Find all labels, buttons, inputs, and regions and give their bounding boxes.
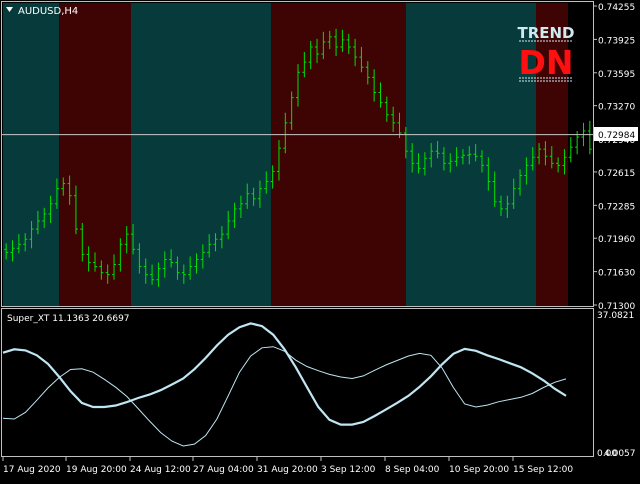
price-tick-label: 0.71630 — [598, 269, 635, 279]
time-tick-label: 31 Aug 20:00 — [257, 465, 318, 475]
price-tick-label: 0.71960 — [598, 235, 635, 245]
indicator-tick-label: 4.0057 — [604, 449, 636, 459]
trend-zone-down — [271, 3, 406, 306]
time-tick-label: 24 Aug 12:00 — [130, 465, 191, 475]
time-tick-label: 19 Aug 20:00 — [66, 465, 127, 475]
time-tick-label: 3 Sep 12:00 — [321, 465, 376, 475]
indicator-line — [2, 346, 567, 447]
chart-canvas[interactable]: AUDUSD,H4 Super_XT 11.1363 20.6697 TREND… — [0, 0, 640, 480]
price-tick-label: 0.72615 — [598, 169, 635, 179]
time-tick-label: 15 Sep 12:00 — [513, 465, 573, 475]
price-tick-label: 0.73270 — [598, 103, 635, 113]
indicator-lines — [2, 322, 567, 447]
time-tick-label: 17 Aug 2020 — [3, 465, 61, 475]
trend-zone-up — [3, 3, 59, 306]
price-tick-label: 0.72285 — [598, 202, 635, 212]
indicator-axis: 37.08210.004.0057 — [597, 311, 636, 459]
time-tick-label: 8 Sep 04:00 — [385, 465, 440, 475]
trend-title: TREND — [517, 24, 574, 42]
price-tick-label: 0.73595 — [598, 70, 635, 80]
price-bar — [568, 137, 573, 163]
price-tick-label: 0.74255 — [598, 3, 635, 13]
trend-zone-up — [131, 3, 271, 306]
time-axis[interactable]: 17 Aug 2020 19 Aug 20:00 24 Aug 12:00 27 Au… — [2, 457, 573, 475]
symbol-label: AUDUSD,H4 — [18, 6, 78, 17]
current-price-value: 0.72984 — [598, 131, 635, 141]
indicator-title: Super_XT 11.1363 20.6697 — [7, 314, 130, 324]
time-tick-label: 10 Sep 20:00 — [449, 465, 509, 475]
chart-window[interactable]: AUDUSD,H4 Super_XT 11.1363 20.6697 TREND… — [0, 0, 640, 480]
price-tick-label: 0.73925 — [598, 36, 635, 46]
current-price-tag: 0.72984 — [594, 127, 638, 141]
indicator-line — [2, 322, 567, 426]
trend-widget: TREND DN — [517, 24, 574, 82]
time-tick-label: 27 Aug 04:00 — [193, 465, 254, 475]
trend-direction: DN — [518, 43, 573, 82]
indicator-panel-frame — [1, 308, 594, 457]
indicator-tick-label: 37.0821 — [597, 311, 634, 321]
price-axis[interactable]: 0.742550.739250.735950.732700.729400.726… — [593, 3, 635, 312]
price-bar — [587, 120, 592, 155]
trend-zones — [3, 3, 568, 306]
